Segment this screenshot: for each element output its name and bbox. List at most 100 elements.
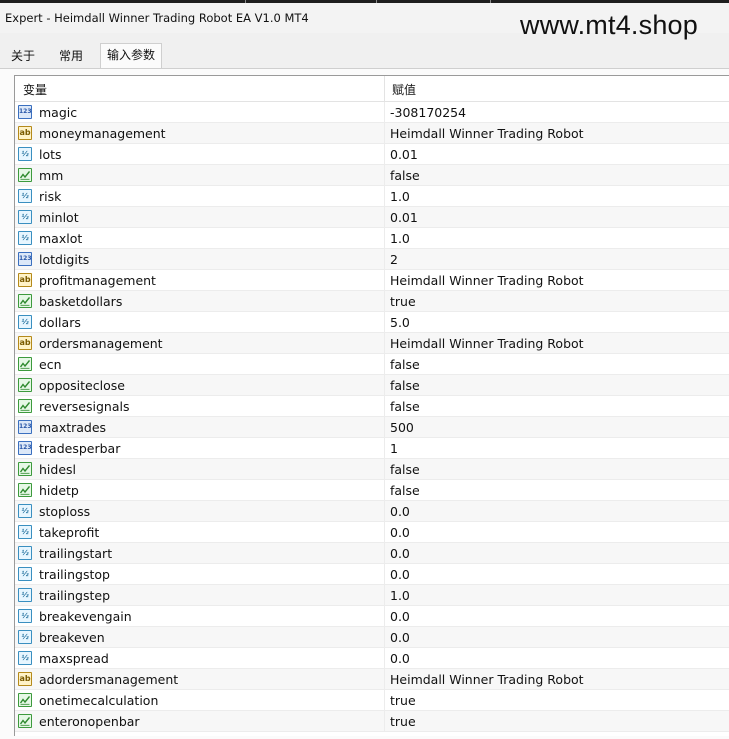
column-header-value[interactable]: 赋值: [392, 81, 416, 98]
parameter-value[interactable]: Heimdall Winner Trading Robot: [390, 273, 584, 288]
parameter-value[interactable]: false: [390, 357, 420, 372]
double-type-icon: ½: [18, 231, 32, 245]
parameter-name: maxspread: [39, 651, 109, 666]
parameter-row[interactable]: ½ minlot 0.01: [15, 207, 729, 228]
boolean-type-icon: [18, 294, 32, 308]
parameter-value[interactable]: -308170254: [390, 105, 466, 120]
string-type-icon: ab: [18, 126, 32, 140]
parameter-row[interactable]: ½ trailingstep 1.0: [15, 585, 729, 606]
parameter-value[interactable]: 1: [390, 441, 398, 456]
parameter-value[interactable]: 0.01: [390, 210, 418, 225]
double-type-icon: ½: [18, 189, 32, 203]
parameter-row[interactable]: 123 magic -308170254: [15, 102, 729, 123]
boolean-type-icon: [18, 714, 32, 728]
parameter-row[interactable]: ½ trailingstart 0.0: [15, 543, 729, 564]
cell-divider: [384, 228, 385, 249]
cell-divider: [384, 459, 385, 480]
parameter-name: breakevengain: [39, 609, 132, 624]
parameter-row[interactable]: 123 tradesperbar 1: [15, 438, 729, 459]
parameter-value[interactable]: 0.0: [390, 651, 410, 666]
parameter-value[interactable]: 5.0: [390, 315, 410, 330]
parameter-row[interactable]: ab adordersmanagement Heimdall Winner Trad…: [15, 669, 729, 690]
cell-divider: [384, 186, 385, 207]
double-type-icon: ½: [18, 651, 32, 665]
parameter-value[interactable]: 2: [390, 252, 398, 267]
parameter-row[interactable]: ab profitmanagement Heimdall Winner Tradin…: [15, 270, 729, 291]
parameter-value[interactable]: false: [390, 483, 420, 498]
parameter-row[interactable]: ½ takeprofit 0.0: [15, 522, 729, 543]
parameter-value[interactable]: 1.0: [390, 588, 410, 603]
parameter-name: magic: [39, 105, 78, 120]
tab-about[interactable]: 关于: [11, 45, 35, 67]
parameter-row[interactable]: ½ maxspread 0.0: [15, 648, 729, 669]
parameter-name: trailingstep: [39, 588, 111, 603]
parameter-value[interactable]: 0.01: [390, 147, 418, 162]
double-type-icon: ½: [18, 567, 32, 581]
parameter-row[interactable]: ½ breakevengain 0.0: [15, 606, 729, 627]
parameter-name: basketdollars: [39, 294, 123, 309]
tab-inputs[interactable]: 输入参数: [100, 43, 163, 69]
parameter-value[interactable]: 0.0: [390, 609, 410, 624]
parameter-value[interactable]: 0.0: [390, 567, 410, 582]
parameter-name: minlot: [39, 210, 79, 225]
parameter-value[interactable]: 1.0: [390, 231, 410, 246]
parameter-name: maxlot: [39, 231, 83, 246]
parameter-row[interactable]: ½ stoploss 0.0: [15, 501, 729, 522]
parameter-value[interactable]: Heimdall Winner Trading Robot: [390, 126, 584, 141]
parameter-row[interactable]: onetimecalculation true: [15, 690, 729, 711]
cell-divider: [384, 711, 385, 732]
parameter-row[interactable]: reversesignals false: [15, 396, 729, 417]
double-type-icon: ½: [18, 504, 32, 518]
boolean-type-icon: [18, 462, 32, 476]
parameter-row[interactable]: hidetp false: [15, 480, 729, 501]
boolean-type-icon: [18, 483, 32, 497]
parameter-value[interactable]: false: [390, 462, 420, 477]
parameter-row[interactable]: ½ risk 1.0: [15, 186, 729, 207]
string-type-icon: ab: [18, 273, 32, 287]
cell-divider: [384, 291, 385, 312]
parameter-value[interactable]: 500: [390, 420, 414, 435]
parameter-row[interactable]: mm false: [15, 165, 729, 186]
parameter-name: oppositeclose: [39, 378, 125, 393]
cell-divider: [384, 627, 385, 648]
parameter-row[interactable]: ab ordersmanagement Heimdall Winner Tradin…: [15, 333, 729, 354]
parameter-row[interactable]: ½ trailingstop 0.0: [15, 564, 729, 585]
parameter-row[interactable]: 123 lotdigits 2: [15, 249, 729, 270]
parameter-value[interactable]: 0.0: [390, 630, 410, 645]
parameter-row[interactable]: ½ dollars 5.0: [15, 312, 729, 333]
parameter-row[interactable]: ab moneymanagement Heimdall Winner Tradin…: [15, 123, 729, 144]
cell-divider: [384, 522, 385, 543]
tab-common[interactable]: 常用: [59, 45, 83, 67]
parameter-row[interactable]: basketdollars true: [15, 291, 729, 312]
parameter-value[interactable]: true: [390, 693, 416, 708]
parameter-value[interactable]: 0.0: [390, 525, 410, 540]
parameter-row[interactable]: ½ lots 0.01: [15, 144, 729, 165]
parameter-value[interactable]: Heimdall Winner Trading Robot: [390, 336, 584, 351]
parameter-value[interactable]: 1.0: [390, 189, 410, 204]
parameter-row[interactable]: ½ breakeven 0.0: [15, 627, 729, 648]
parameter-value[interactable]: false: [390, 399, 420, 414]
parameter-name: reversesignals: [39, 399, 130, 414]
integer-type-icon: 123: [18, 441, 32, 455]
parameter-value[interactable]: false: [390, 378, 420, 393]
parameter-value[interactable]: true: [390, 714, 416, 729]
parameter-value[interactable]: 0.0: [390, 504, 410, 519]
parameter-value[interactable]: false: [390, 168, 420, 183]
parameter-name: profitmanagement: [39, 273, 156, 288]
parameter-row[interactable]: 123 maxtrades 500: [15, 417, 729, 438]
parameter-row[interactable]: enteronopenbar true: [15, 711, 729, 732]
column-divider[interactable]: [384, 76, 385, 101]
double-type-icon: ½: [18, 588, 32, 602]
parameter-value[interactable]: Heimdall Winner Trading Robot: [390, 672, 584, 687]
parameter-row[interactable]: oppositeclose false: [15, 375, 729, 396]
parameter-row[interactable]: hidesl false: [15, 459, 729, 480]
cell-divider: [384, 333, 385, 354]
parameter-row[interactable]: ecn false: [15, 354, 729, 375]
parameter-row[interactable]: ½ maxlot 1.0: [15, 228, 729, 249]
parameter-value[interactable]: 0.0: [390, 546, 410, 561]
string-type-icon: ab: [18, 336, 32, 350]
cell-divider: [384, 144, 385, 165]
parameter-value[interactable]: true: [390, 294, 416, 309]
column-header-variable[interactable]: 变量: [23, 81, 47, 98]
cell-divider: [384, 543, 385, 564]
